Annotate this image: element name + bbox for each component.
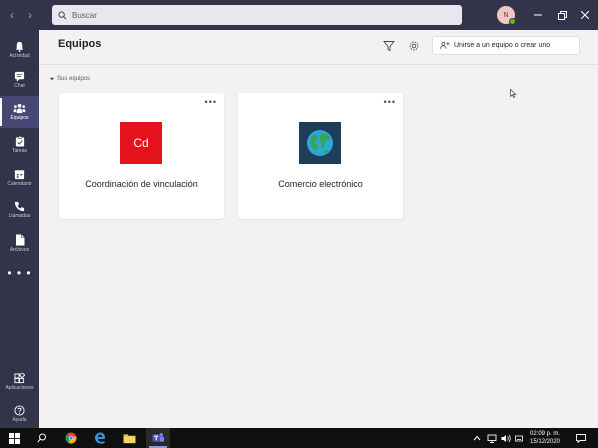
help-icon: [14, 405, 25, 416]
title-bar: ‹ › N: [0, 0, 598, 30]
chat-icon: [14, 71, 25, 82]
close-button[interactable]: [570, 0, 598, 30]
taskbar: 02:09 p. m. 15/12/2020: [0, 428, 598, 448]
clock-date: 15/12/2020: [529, 439, 561, 445]
rail-item-actividad[interactable]: Actividad: [0, 34, 39, 66]
caret-down-icon: [50, 77, 54, 81]
close-icon: [581, 11, 589, 19]
join-button-label: Unirse a un equipo o crear uno: [454, 42, 551, 49]
rail-item-label: Aplicaciones: [5, 385, 34, 391]
chevron-up-icon[interactable]: [473, 435, 481, 441]
network-tray[interactable]: [487, 431, 497, 445]
chrome-icon: [65, 432, 77, 444]
more-apps-button[interactable]: • • •: [0, 266, 39, 280]
minimize-icon: [534, 14, 542, 16]
network-icon: [487, 434, 497, 443]
notification-icon: [576, 433, 586, 443]
join-or-create-team-button[interactable]: Unirse a un equipo o crear uno: [432, 36, 580, 55]
edge-icon: [94, 432, 106, 444]
start-button[interactable]: [2, 428, 26, 448]
history-nav: ‹ ›: [0, 9, 52, 21]
rail-item-label: Ayuda: [12, 417, 27, 423]
team-card[interactable]: ••• Comercio electrónico: [238, 93, 403, 219]
keyboard-icon: [515, 435, 523, 441]
rail-item-archivos[interactable]: Archivos: [0, 227, 39, 259]
taskbar-teams[interactable]: [146, 428, 170, 448]
filter-button[interactable]: [383, 39, 397, 53]
tasks-icon: [15, 136, 24, 147]
rail-item-label: Chat: [14, 83, 25, 89]
gear-icon: [409, 41, 419, 51]
rail-item-label: Equipos: [10, 115, 29, 121]
teams-app-icon: [151, 433, 164, 442]
rail-item-chat[interactable]: Chat: [0, 64, 39, 96]
teams-icon: [13, 103, 26, 114]
more-options-button[interactable]: •••: [205, 98, 217, 107]
search-icon: [37, 433, 46, 443]
header-divider: [39, 64, 598, 65]
search-bar[interactable]: [52, 5, 462, 25]
system-tray: [473, 431, 481, 445]
forward-button[interactable]: ›: [28, 9, 32, 21]
volume-tray[interactable]: [501, 431, 511, 445]
taskbar-clock[interactable]: 02:09 p. m. 15/12/2020: [525, 430, 565, 446]
taskbar-file-explorer[interactable]: [117, 428, 141, 448]
avatar[interactable]: N: [497, 6, 516, 25]
presence-available-icon: [509, 18, 516, 25]
apps-icon: [14, 373, 25, 384]
rail-item-label: Llamadas: [8, 213, 31, 219]
bell-icon: [15, 41, 24, 52]
calendar-icon: [14, 170, 25, 180]
search-input[interactable]: [72, 10, 432, 20]
team-name: Coordinación de vinculación: [85, 179, 198, 189]
rail-item-label: Calendario: [7, 181, 32, 187]
avatar-initial: N: [503, 11, 509, 19]
rail-item-ayuda[interactable]: Ayuda: [0, 398, 39, 430]
taskbar-chrome[interactable]: [59, 428, 83, 448]
phone-icon: [14, 201, 25, 212]
rail-item-tareas[interactable]: Tareas: [0, 129, 39, 161]
rail-item-llamadas[interactable]: Llamadas: [0, 194, 39, 226]
rail-item-equipos[interactable]: Equipos: [0, 96, 39, 128]
rail-item-label: Tareas: [11, 148, 27, 154]
language-tray[interactable]: [515, 431, 523, 445]
team-card[interactable]: ••• Cd Coordinación de vinculación: [59, 93, 224, 219]
rail-item-aplicaciones[interactable]: Aplicaciones: [0, 366, 39, 398]
rail-item-label: Archivos: [9, 246, 30, 253]
team-name: Comercio electrónico: [278, 179, 363, 189]
files-icon: [15, 234, 24, 245]
more-options-button[interactable]: •••: [384, 98, 396, 107]
rail-item-label: Actividad: [9, 53, 30, 59]
rail-item-calendario[interactable]: Calendario: [0, 162, 39, 194]
team-avatar: Cd: [120, 122, 162, 164]
taskbar-search-button[interactable]: [30, 428, 54, 448]
team-avatar: [299, 122, 341, 164]
windows-icon: [8, 432, 20, 444]
action-center-button[interactable]: [576, 431, 586, 445]
volume-icon: [501, 434, 511, 442]
add-people-icon: [440, 41, 450, 49]
section-label: Sus equipos: [57, 76, 91, 82]
search-icon: [58, 10, 67, 19]
app-rail: Actividad Chat Equipos Tareas Calendario…: [0, 30, 39, 428]
page-title: Equipos: [58, 38, 102, 50]
taskbar-edge[interactable]: [88, 428, 112, 448]
mouse-cursor-icon: [510, 85, 517, 103]
restore-icon: [557, 10, 567, 20]
section-toggle-sus-equipos[interactable]: Sus equipos: [50, 76, 90, 82]
back-button[interactable]: ‹: [10, 9, 14, 21]
globe-icon: [307, 130, 333, 156]
clock-time: 02:09 p. m.: [529, 431, 561, 437]
filter-icon: [383, 41, 395, 52]
folder-icon: [123, 433, 135, 443]
settings-button[interactable]: [408, 39, 422, 53]
